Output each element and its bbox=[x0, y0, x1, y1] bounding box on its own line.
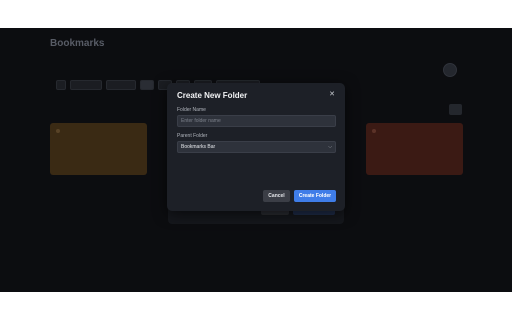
chevron-down-icon: ⌵ bbox=[328, 144, 332, 150]
parent-folder-select[interactable]: Bookmarks Bar ⌵ bbox=[177, 141, 336, 153]
create-folder-button[interactable]: Create Folder bbox=[294, 190, 336, 202]
create-folder-modal: Create New Folder ✕ Folder Name Parent F… bbox=[167, 83, 345, 211]
card-dot-icon bbox=[372, 129, 376, 133]
filter-chip-active[interactable] bbox=[140, 80, 154, 90]
avatar[interactable] bbox=[443, 63, 457, 77]
close-icon[interactable]: ✕ bbox=[327, 90, 337, 100]
filter-chip[interactable] bbox=[70, 80, 102, 90]
parent-folder-label: Parent Folder bbox=[177, 133, 208, 139]
folder-name-label: Folder Name bbox=[177, 107, 206, 113]
card-dot-icon bbox=[56, 129, 60, 133]
background-add-button bbox=[449, 104, 462, 115]
cancel-button[interactable]: Cancel bbox=[263, 190, 290, 202]
filter-chip[interactable] bbox=[56, 80, 66, 90]
bookmark-card[interactable] bbox=[366, 123, 463, 175]
modal-title: Create New Folder bbox=[177, 91, 248, 100]
app-title: Bookmarks bbox=[50, 38, 105, 49]
bookmark-card[interactable] bbox=[50, 123, 147, 175]
parent-folder-value: Bookmarks Bar bbox=[181, 144, 216, 150]
top-links: ​ ​ bbox=[452, 41, 462, 47]
folder-name-input[interactable] bbox=[177, 115, 336, 127]
filter-chip[interactable] bbox=[106, 80, 136, 90]
